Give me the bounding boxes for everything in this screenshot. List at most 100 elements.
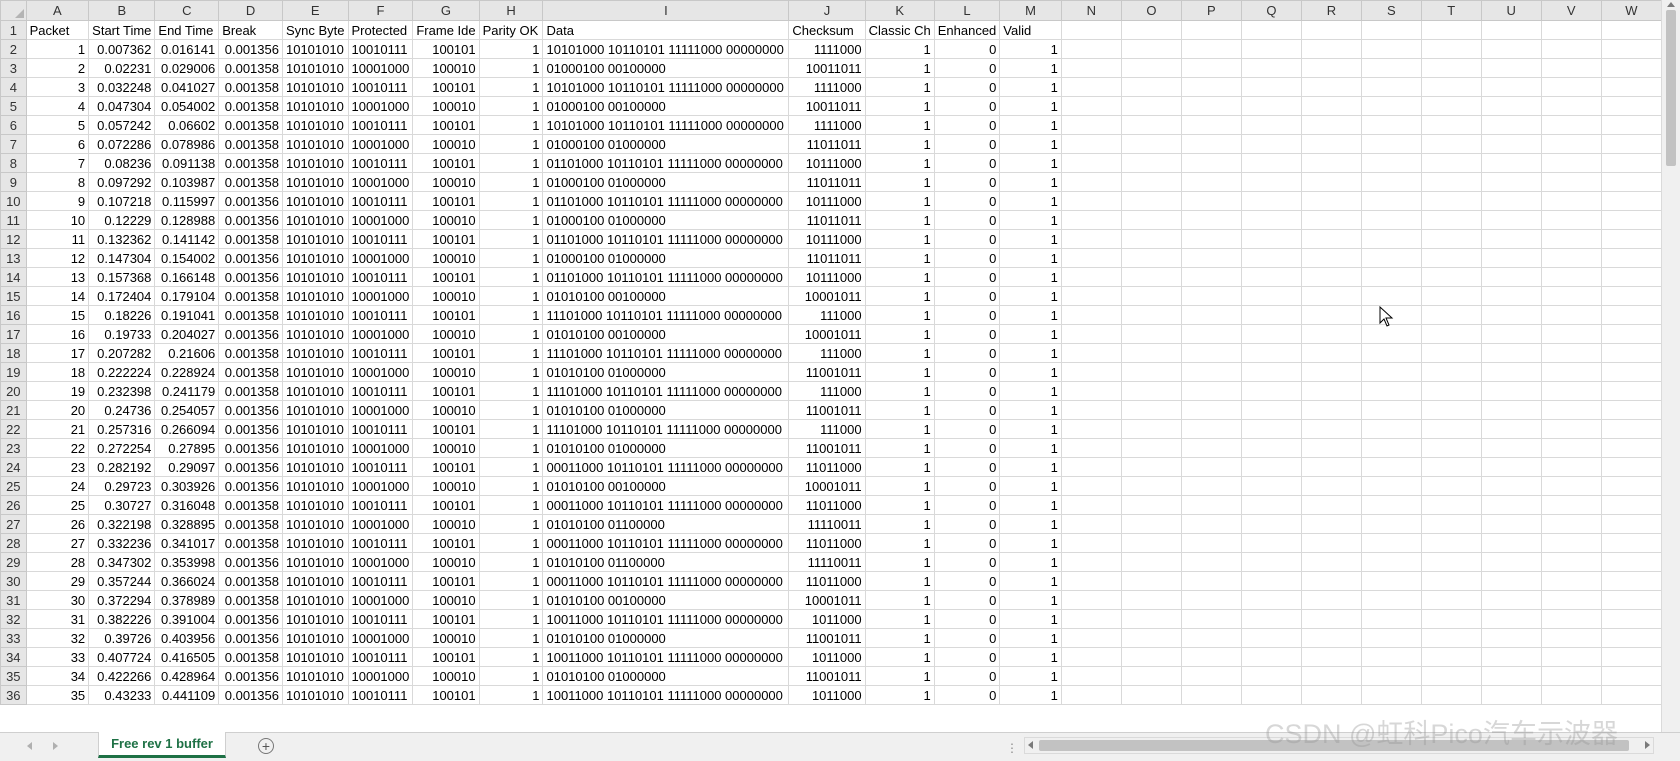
cell[interactable]: 16 (25, 324, 90, 344)
cell[interactable]: 1 (864, 96, 935, 116)
cell[interactable] (1360, 229, 1422, 249)
cell[interactable] (1180, 191, 1242, 211)
cell[interactable]: 01010100 01000000 (542, 628, 790, 648)
cell[interactable]: 100010 (412, 134, 480, 154)
cell[interactable] (1060, 229, 1122, 249)
cell[interactable]: 1 (478, 96, 544, 116)
cell[interactable]: 0.001358 (218, 305, 283, 325)
cell[interactable] (1180, 229, 1242, 249)
cell[interactable] (1300, 476, 1362, 496)
cell[interactable]: 0.357244 (88, 571, 156, 591)
cell[interactable]: 1 (999, 96, 1062, 116)
cell[interactable] (1420, 96, 1482, 116)
cell[interactable]: 1 (864, 609, 935, 629)
cell[interactable]: 0.191041 (154, 305, 220, 325)
cell[interactable] (1540, 248, 1602, 268)
cell[interactable] (1360, 58, 1422, 78)
cell[interactable]: 11001011 (788, 400, 866, 420)
cell[interactable] (1600, 514, 1662, 534)
cell[interactable] (1360, 362, 1422, 382)
cell[interactable]: 10010111 (347, 495, 414, 515)
cell[interactable]: 0.001356 (218, 552, 283, 572)
cell[interactable] (1180, 514, 1242, 534)
cell[interactable]: 10101010 (281, 666, 349, 686)
cell[interactable] (1120, 533, 1182, 553)
cell[interactable]: 0.372294 (88, 590, 156, 610)
cell[interactable]: 0 (933, 628, 1001, 648)
cell[interactable] (1420, 210, 1482, 230)
cell[interactable]: 0.001358 (218, 381, 283, 401)
cell[interactable]: 100101 (412, 495, 480, 515)
cell[interactable]: 1 (999, 58, 1062, 78)
cell[interactable] (1120, 39, 1182, 59)
cell[interactable]: 1 (864, 77, 935, 97)
cell[interactable] (1060, 628, 1122, 648)
cell[interactable]: 3 (25, 77, 90, 97)
cell[interactable] (1180, 590, 1242, 610)
cell[interactable]: 0.115997 (154, 191, 220, 211)
cell[interactable] (1600, 552, 1662, 572)
row-header[interactable]: 25 (0, 476, 27, 496)
row-header[interactable]: 24 (0, 457, 27, 477)
cell[interactable] (1360, 647, 1422, 667)
cell[interactable] (1060, 343, 1122, 363)
cell[interactable]: 100101 (412, 229, 480, 249)
cell[interactable]: 10001000 (347, 134, 414, 154)
cell[interactable] (1480, 666, 1542, 686)
cell[interactable]: 1 (864, 438, 935, 458)
cell[interactable]: 30 (25, 590, 90, 610)
column-header[interactable]: T (1420, 0, 1482, 21)
cell[interactable]: 0 (933, 438, 1001, 458)
cell[interactable]: 1 (999, 628, 1062, 648)
cell[interactable]: 100101 (412, 419, 480, 439)
cell[interactable]: 11011011 (788, 172, 866, 192)
cell[interactable]: 0.041027 (154, 77, 220, 97)
cell[interactable]: 0.266094 (154, 419, 220, 439)
cell[interactable]: 1 (999, 381, 1062, 401)
cell[interactable]: 01010100 01000000 (542, 666, 790, 686)
cell[interactable] (1480, 419, 1542, 439)
cell[interactable] (1540, 400, 1602, 420)
cell[interactable]: 10101010 (281, 286, 349, 306)
cell[interactable]: 0 (933, 647, 1001, 667)
cell[interactable] (1480, 343, 1542, 363)
cell[interactable]: 0 (933, 153, 1001, 173)
row-header[interactable]: 32 (0, 609, 27, 629)
cell[interactable]: 1 (999, 438, 1062, 458)
cell[interactable]: 1111000 (788, 77, 866, 97)
cell[interactable]: 100101 (412, 685, 480, 705)
cell[interactable]: 0.12229 (88, 210, 156, 230)
cell[interactable]: 100010 (412, 476, 480, 496)
scroll-right-arrow-icon[interactable] (1645, 741, 1650, 749)
cell[interactable] (1540, 343, 1602, 363)
row-header[interactable]: 6 (0, 115, 27, 135)
cell[interactable]: 35 (25, 685, 90, 705)
cell[interactable]: 10101010 (281, 685, 349, 705)
cell[interactable]: 1 (478, 438, 544, 458)
cell[interactable] (1120, 457, 1182, 477)
cell[interactable]: 0.179104 (154, 286, 220, 306)
cell[interactable]: 1 (999, 134, 1062, 154)
cell[interactable]: 100010 (412, 172, 480, 192)
cell[interactable]: 11110011 (788, 552, 866, 572)
cell[interactable] (1600, 153, 1662, 173)
cell[interactable] (1360, 571, 1422, 591)
cell[interactable]: 1 (999, 571, 1062, 591)
column-header[interactable]: E (281, 0, 349, 21)
row-header[interactable]: 22 (0, 419, 27, 439)
cell[interactable]: 0 (933, 324, 1001, 344)
cell[interactable]: 0.001356 (218, 39, 283, 59)
cell[interactable]: 1 (864, 210, 935, 230)
cell[interactable]: 1 (478, 58, 544, 78)
cell[interactable]: 01010100 01000000 (542, 438, 790, 458)
cell[interactable]: 21 (25, 419, 90, 439)
cell[interactable]: 10111000 (788, 191, 866, 211)
cell[interactable]: 1 (999, 172, 1062, 192)
cell[interactable]: 0.007362 (88, 39, 156, 59)
cell[interactable]: 1 (864, 381, 935, 401)
cell[interactable] (1180, 248, 1242, 268)
row-header[interactable]: 33 (0, 628, 27, 648)
cell[interactable] (1480, 305, 1542, 325)
cell[interactable]: 10001000 (347, 248, 414, 268)
header-cell[interactable] (1540, 20, 1602, 40)
